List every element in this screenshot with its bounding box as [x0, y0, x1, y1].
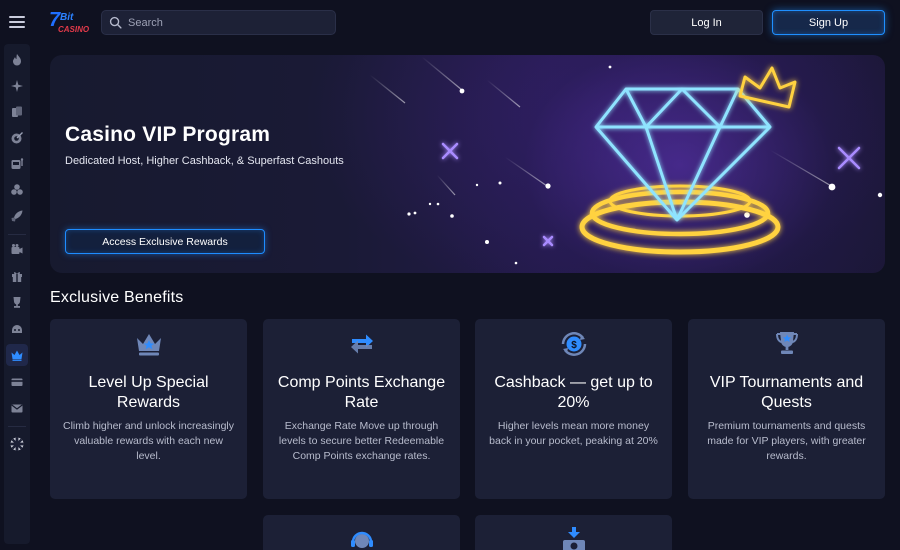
- casino-logo[interactable]: 7 Bit CASINO: [48, 9, 94, 36]
- cards-icon[interactable]: [9, 104, 25, 120]
- benefit-description: Premium tournaments and quests made for …: [707, 420, 866, 462]
- benefit-title: VIP Tournaments and Quests: [709, 374, 864, 411]
- crown-icon[interactable]: [6, 344, 28, 366]
- card-icon[interactable]: [9, 374, 25, 390]
- bot-icon[interactable]: [9, 320, 25, 336]
- search-icon: [109, 16, 122, 29]
- camera-icon[interactable]: [9, 242, 25, 258]
- benefit-card: [263, 515, 460, 550]
- sparkle-icon[interactable]: [9, 78, 25, 94]
- money-icon: [563, 527, 585, 550]
- svg-text:Bit: Bit: [60, 12, 74, 23]
- uk-flag-icon[interactable]: [9, 436, 25, 452]
- fire-icon[interactable]: [9, 52, 25, 68]
- section-title: Exclusive Benefits: [50, 289, 184, 306]
- hero-title: Casino VIP Program: [65, 123, 271, 146]
- benefit-title: Cashback — get up to 20%: [494, 374, 653, 411]
- crown-icon: [137, 334, 161, 356]
- benefit-card: [475, 515, 672, 550]
- trophy-icon[interactable]: [9, 294, 25, 310]
- svg-text:CASINO: CASINO: [58, 25, 90, 34]
- hero-subtitle: Dedicated Host, Higher Cashback, & Super…: [65, 155, 344, 167]
- sidebar: [4, 44, 30, 544]
- dice-icon[interactable]: [9, 182, 25, 198]
- benefit-card: VIP Tournaments and Quests Premium tourn…: [688, 319, 885, 499]
- benefit-card: Comp Points Exchange Rate Exchange Rate …: [263, 319, 460, 499]
- cashback-icon: $: [561, 332, 587, 356]
- login-button[interactable]: Log In: [650, 10, 763, 35]
- benefit-title: Level Up Special Rewards: [88, 374, 209, 411]
- search-bar[interactable]: [101, 10, 336, 35]
- dart-icon[interactable]: [9, 130, 25, 146]
- rocket-icon[interactable]: [9, 208, 25, 224]
- benefit-description: Climb higher and unlock increasingly val…: [62, 420, 234, 462]
- access-rewards-button[interactable]: Access Exclusive Rewards: [65, 229, 265, 254]
- slot-icon[interactable]: [9, 156, 25, 172]
- benefit-card: $ Cashback — get up to 20% Higher levels…: [475, 319, 672, 499]
- support-icon: [351, 531, 373, 548]
- gift-icon[interactable]: [9, 268, 25, 284]
- signup-button[interactable]: Sign Up: [772, 10, 885, 35]
- benefit-description: Exchange Rate Move up through levels to …: [278, 420, 445, 462]
- top-bar: 7 Bit CASINO Log In Sign Up: [0, 0, 900, 44]
- exchange-icon: [351, 334, 373, 354]
- mail-icon[interactable]: [9, 400, 25, 416]
- menu-icon[interactable]: [7, 12, 27, 32]
- trophy-icon: [776, 332, 798, 354]
- svg-text:$: $: [571, 340, 577, 351]
- benefit-title: Comp Points Exchange Rate: [277, 374, 446, 411]
- benefit-card: Level Up Special Rewards Climb higher an…: [50, 319, 247, 499]
- benefit-description: Higher levels mean more money back in yo…: [489, 420, 658, 447]
- vip-hero-banner: Casino VIP Program Dedicated Host, Highe…: [50, 55, 885, 273]
- search-input[interactable]: [128, 16, 335, 29]
